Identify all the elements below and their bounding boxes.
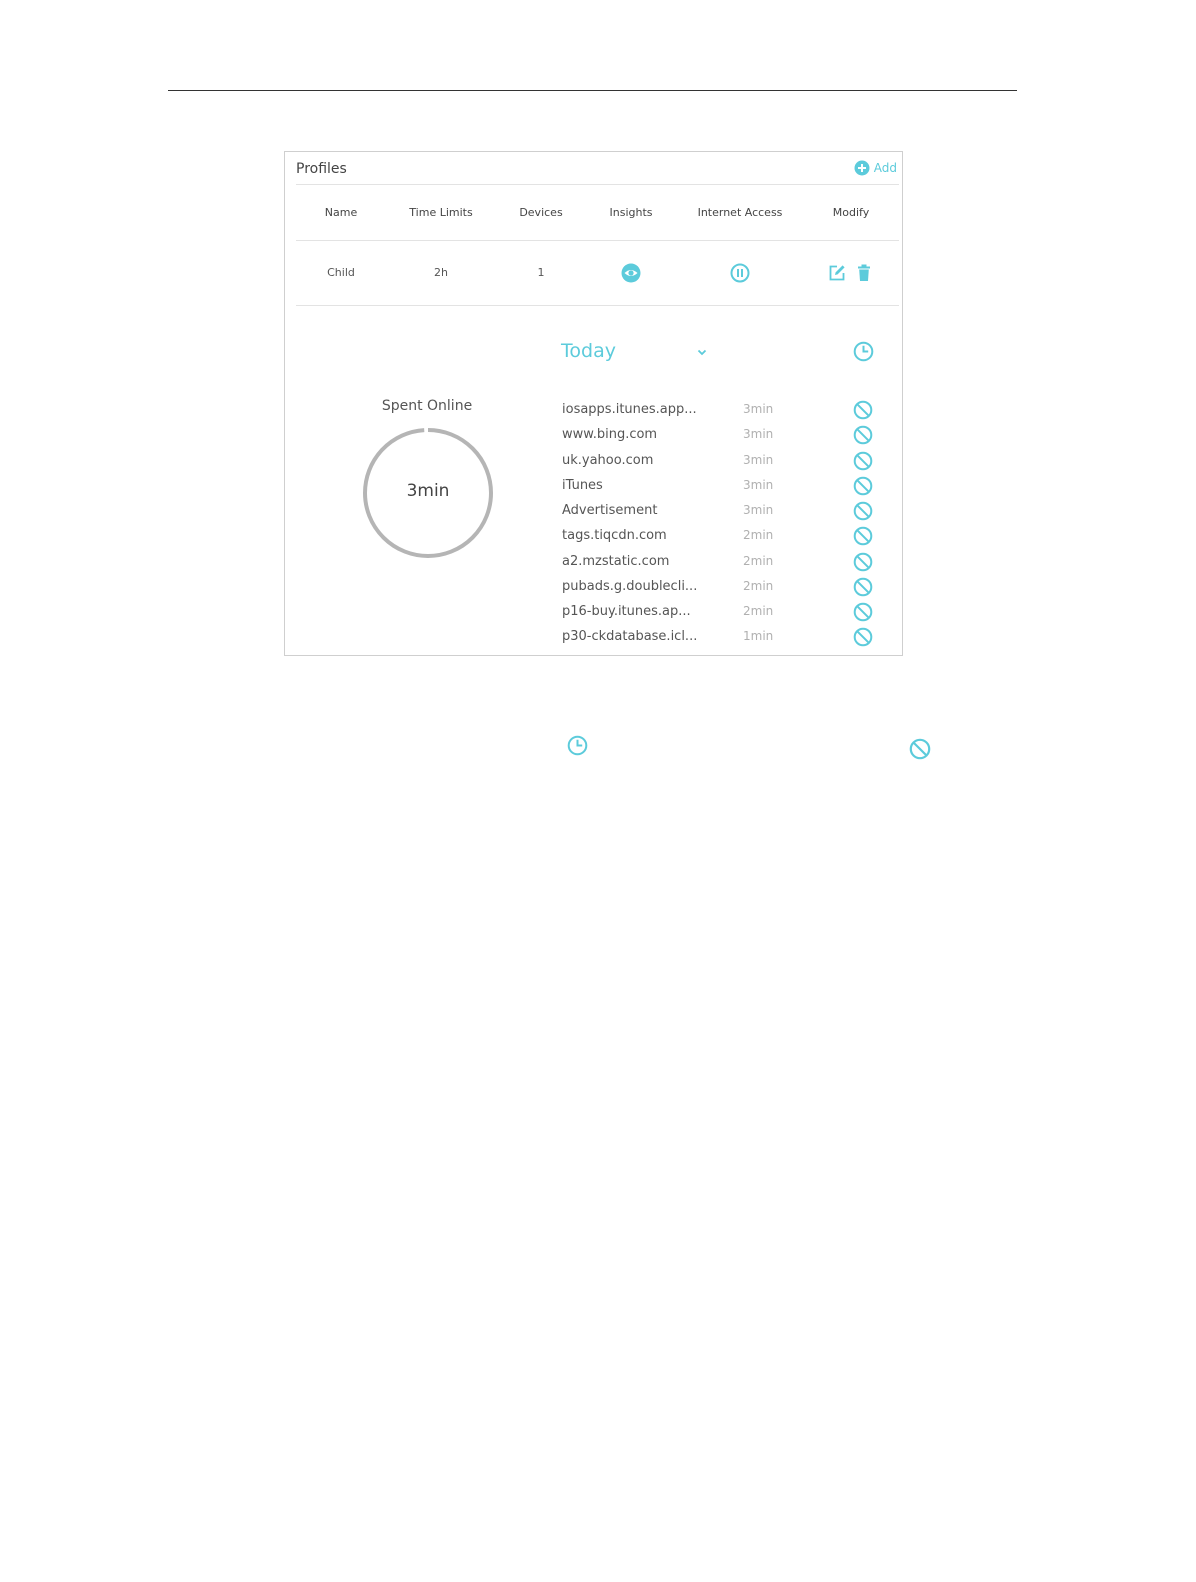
block-icon: [853, 552, 873, 571]
block-icon: [853, 501, 873, 521]
row-divider: [296, 305, 899, 306]
delete-profile-button[interactable]: [857, 264, 871, 282]
block-site-button[interactable]: [853, 552, 873, 572]
block-icon: [853, 451, 873, 470]
list-item: tags.tiqcdn.com 2min: [562, 526, 882, 553]
profile-name: Child: [327, 266, 355, 279]
list-item: iTunes 3min: [562, 476, 882, 503]
block-site-button[interactable]: [853, 577, 873, 597]
block-site-button[interactable]: [853, 476, 873, 496]
block-icon: [853, 400, 873, 420]
site-name: p16-buy.itunes.ap...: [562, 604, 691, 619]
pause-circle-icon: [730, 263, 750, 283]
col-devices: Devices: [519, 206, 563, 219]
clock-icon: [853, 341, 874, 362]
edit-profile-button[interactable]: [828, 264, 846, 282]
edit-icon: [829, 265, 845, 281]
history-button[interactable]: [853, 341, 874, 362]
block-icon: [853, 577, 873, 597]
block-icon: [853, 602, 873, 622]
page-top-rule: [168, 90, 1017, 91]
col-time-limits: Time Limits: [409, 206, 473, 219]
block-site-button[interactable]: [853, 451, 873, 471]
list-item: pubads.g.doublecli... 2min: [562, 577, 882, 604]
site-time: 3min: [743, 402, 774, 416]
block-site-button[interactable]: [853, 526, 873, 546]
panel-title: Profiles: [296, 161, 347, 177]
site-time: 3min: [743, 503, 774, 517]
block-icon: [853, 526, 873, 546]
block-site-button[interactable]: [853, 501, 873, 521]
spent-online-value: 3min: [406, 481, 450, 501]
list-item: p30-ckdatabase.icl... 1min: [562, 627, 882, 654]
list-item: uk.yahoo.com 3min: [562, 451, 882, 478]
site-time: 3min: [743, 427, 774, 442]
profile-devices: 1: [537, 266, 545, 279]
list-item: iosapps.itunes.app... 3min: [562, 400, 882, 427]
col-internet-access: Internet Access: [697, 206, 783, 219]
insights-button[interactable]: [621, 263, 641, 283]
header-divider: [296, 240, 899, 241]
date-range-value: Today: [561, 340, 616, 362]
site-time: 2min: [743, 553, 774, 568]
block-site-button[interactable]: [853, 627, 873, 647]
block-site-button[interactable]: [853, 602, 873, 622]
plus-circle-icon: [854, 160, 870, 176]
site-name: p30-ckdatabase.icl...: [562, 629, 698, 645]
block-site-button[interactable]: [853, 425, 873, 445]
site-name: tags.tiqcdn.com: [562, 528, 667, 544]
add-label: Add: [873, 161, 897, 175]
date-range-select[interactable]: Today: [561, 340, 709, 366]
list-item: p16-buy.itunes.ap... 2min: [562, 602, 882, 629]
block-icon: [909, 738, 931, 760]
site-name: www.bing.com: [562, 427, 658, 443]
internet-access-pause-button[interactable]: [730, 263, 750, 283]
trash-icon: [858, 264, 870, 281]
spent-online-text: Spent Online: [381, 398, 473, 414]
list-item: www.bing.com 3min: [562, 425, 882, 452]
site-name: pubads.g.doublecli...: [562, 578, 698, 594]
list-item: Advertisement 3min: [562, 501, 882, 528]
chevron-down-icon: [697, 349, 707, 356]
site-name: Advertisement: [562, 503, 658, 518]
site-time: 3min: [743, 452, 774, 467]
clock-icon: [567, 735, 588, 756]
site-time: 2min: [743, 578, 774, 593]
site-name: uk.yahoo.com: [562, 452, 654, 468]
eye-icon: [621, 263, 641, 283]
site-time: 1min: [743, 629, 774, 644]
block-icon: [853, 476, 873, 496]
site-time: 2min: [743, 528, 774, 543]
site-time: 3min: [743, 477, 774, 492]
col-modify: Modify: [832, 206, 870, 219]
site-time: 2min: [743, 604, 774, 618]
block-site-button[interactable]: [853, 400, 873, 420]
profiles-panel: Profiles Add Name Time Limits Devices In…: [284, 151, 903, 656]
block-icon: [853, 425, 873, 445]
site-name: a2.mzstatic.com: [562, 553, 670, 569]
site-list: iosapps.itunes.app... 3min www.bing.com 3mi…: [562, 400, 882, 655]
title-divider: [296, 184, 899, 185]
col-name: Name: [324, 206, 358, 219]
site-name: iTunes: [562, 477, 603, 493]
profile-time-limit: 2h: [434, 266, 448, 279]
list-item: a2.mzstatic.com 2min: [562, 552, 882, 579]
add-profile-button[interactable]: Add: [854, 160, 897, 176]
site-name: iosapps.itunes.app...: [562, 402, 697, 417]
block-icon: [853, 627, 873, 647]
col-insights: Insights: [609, 206, 653, 219]
